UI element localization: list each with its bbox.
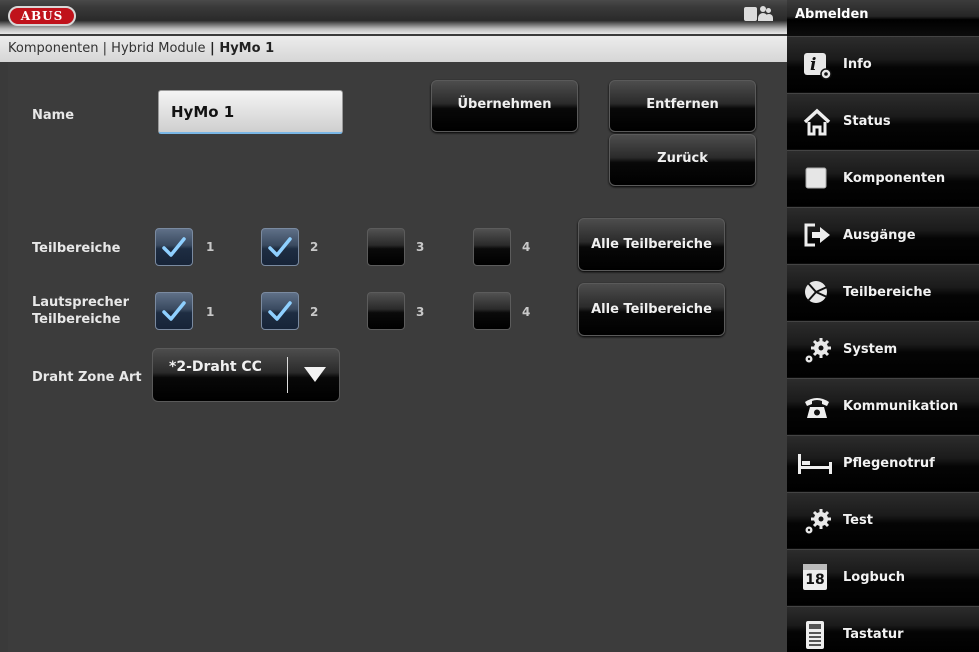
gears-icon bbox=[803, 336, 831, 363]
sidebar-item-info[interactable]: i Info bbox=[787, 36, 979, 92]
speaker-checkbox-1[interactable] bbox=[155, 292, 193, 330]
sidebar-item-status[interactable]: Status bbox=[787, 93, 979, 149]
sidebar-item-teilbereiche[interactable]: Teilbereiche bbox=[787, 264, 979, 320]
pie-icon bbox=[803, 279, 829, 305]
speaker-checkbox-2[interactable] bbox=[261, 292, 299, 330]
sidebar-item-pflegenotruf[interactable]: Pflegenotruf bbox=[787, 435, 979, 491]
dropdown-arrow-icon[interactable] bbox=[304, 367, 326, 382]
speaker-number-2: 2 bbox=[310, 305, 319, 319]
all-speaker-partitions-button[interactable]: Alle Teilbereiche bbox=[578, 283, 725, 336]
sidebar: Abmelden i Info Status Komponenten Ausgä… bbox=[787, 0, 979, 652]
wire-zone-label: Draht Zone Art bbox=[32, 370, 142, 385]
calendar-day: 18 bbox=[805, 572, 825, 588]
breadcrumb-current: HyMo 1 bbox=[219, 41, 275, 56]
name-label: Name bbox=[32, 108, 75, 123]
abus-logo: ABUS bbox=[8, 6, 76, 26]
speaker-number-3: 3 bbox=[416, 305, 425, 319]
top-bar: ABUS bbox=[0, 0, 787, 34]
info-icon: i bbox=[803, 51, 832, 80]
back-button[interactable]: Zurück bbox=[609, 134, 756, 186]
partitions-label: Teilbereiche bbox=[32, 241, 121, 256]
speaker-label-line1: Lautsprecher bbox=[32, 295, 129, 310]
wire-zone-value: *2-Draht CC bbox=[169, 359, 262, 375]
apply-button[interactable]: Übernehmen bbox=[431, 80, 578, 132]
breadcrumb-hybrid-module[interactable]: Hybrid Module bbox=[111, 41, 205, 56]
bed-icon bbox=[797, 450, 832, 476]
gears-icon bbox=[803, 507, 831, 534]
sidebar-item-label: Info bbox=[843, 57, 872, 72]
breadcrumb: Komponenten | Hybrid Module | HyMo 1 bbox=[0, 36, 787, 62]
sidebar-item-label: Komponenten bbox=[843, 171, 946, 186]
sidebar-item-label: Kommunikation bbox=[843, 399, 959, 414]
users-icon[interactable] bbox=[744, 6, 774, 24]
partition-number-2: 2 bbox=[310, 240, 319, 254]
partition-number-3: 3 bbox=[416, 240, 425, 254]
checkmark-icon bbox=[162, 301, 186, 321]
telephone-icon bbox=[803, 393, 829, 419]
sidebar-item-test[interactable]: Test bbox=[787, 492, 979, 548]
home-icon bbox=[803, 108, 831, 136]
app-root: ABUS Komponenten | Hybrid Module | HyMo … bbox=[0, 0, 979, 652]
sidebar-item-tastatur[interactable]: Tastatur bbox=[787, 606, 979, 652]
wire-zone-select[interactable]: *2-Draht CC bbox=[152, 348, 340, 402]
sidebar-item-system[interactable]: System bbox=[787, 321, 979, 377]
partition-checkbox-2[interactable] bbox=[261, 228, 299, 266]
checkmark-icon bbox=[162, 237, 186, 257]
sidebar-item-komponenten[interactable]: Komponenten bbox=[787, 150, 979, 206]
sidebar-item-label: Status bbox=[843, 114, 891, 129]
speaker-label: Lautsprecher Teilbereiche bbox=[32, 294, 129, 328]
partition-checkbox-1[interactable] bbox=[155, 228, 193, 266]
sidebar-item-label: Logbuch bbox=[843, 570, 906, 585]
keypad-icon bbox=[806, 621, 824, 649]
square-icon bbox=[803, 165, 829, 191]
logout-button[interactable]: Abmelden bbox=[787, 0, 979, 36]
exit-arrow-icon bbox=[803, 222, 830, 248]
sidebar-item-label: Tastatur bbox=[843, 627, 904, 642]
sidebar-item-ausgaenge[interactable]: Ausgänge bbox=[787, 207, 979, 263]
select-divider bbox=[287, 357, 288, 393]
speaker-checkbox-4[interactable] bbox=[473, 292, 511, 330]
speaker-checkbox-3[interactable] bbox=[367, 292, 405, 330]
checkmark-icon bbox=[268, 237, 292, 257]
partition-checkbox-4[interactable] bbox=[473, 228, 511, 266]
checkmark-icon bbox=[268, 301, 292, 321]
breadcrumb-separator: | bbox=[205, 41, 220, 56]
partition-checkbox-3[interactable] bbox=[367, 228, 405, 266]
remove-button[interactable]: Entfernen bbox=[609, 80, 756, 132]
calendar-icon: 18 bbox=[803, 564, 827, 590]
speaker-label-line2: Teilbereiche bbox=[32, 312, 121, 327]
sidebar-item-label: Test bbox=[843, 513, 873, 528]
speaker-number-4: 4 bbox=[522, 305, 531, 319]
sidebar-item-label: Teilbereiche bbox=[843, 285, 932, 300]
sidebar-item-kommunikation[interactable]: Kommunikation bbox=[787, 378, 979, 434]
speaker-number-1: 1 bbox=[206, 305, 215, 319]
sidebar-item-label: System bbox=[843, 342, 898, 357]
name-input[interactable]: HyMo 1 bbox=[158, 90, 343, 134]
sidebar-item-label: Ausgänge bbox=[843, 228, 916, 243]
partition-number-1: 1 bbox=[206, 240, 215, 254]
sidebar-item-logbuch[interactable]: 18 Logbuch bbox=[787, 549, 979, 605]
sidebar-item-label: Pflegenotruf bbox=[843, 456, 935, 471]
breadcrumb-separator: | bbox=[98, 41, 112, 56]
partition-number-4: 4 bbox=[522, 240, 531, 254]
all-partitions-button[interactable]: Alle Teilbereiche bbox=[578, 218, 725, 271]
svg-text:i: i bbox=[810, 55, 816, 75]
breadcrumb-komponenten[interactable]: Komponenten bbox=[8, 41, 99, 56]
